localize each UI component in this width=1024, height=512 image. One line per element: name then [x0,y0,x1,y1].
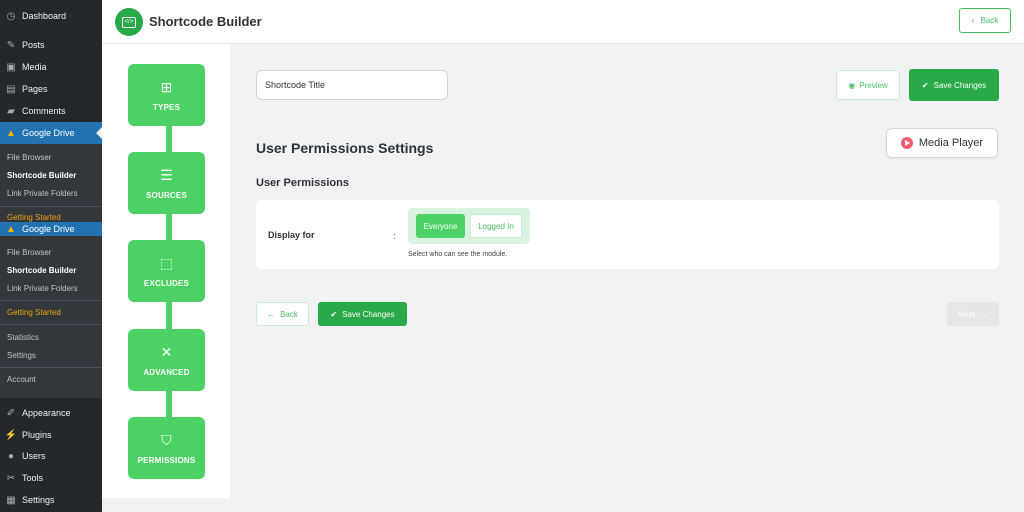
menu-comments[interactable]: ▰ Comments [0,103,102,119]
dashboard-icon: ◷ [6,10,16,22]
module-type-badge: Media Player [886,128,998,158]
plus-box-icon: ⊞ [160,78,173,95]
step-connector [166,301,172,331]
tools-icon: ✕ [160,343,173,360]
submenu-statistics[interactable]: Statistics [7,333,39,342]
menu-pages[interactable]: ▤ Pages [0,81,102,97]
menu-google-drive[interactable]: ▲ Google Drive [0,122,102,144]
submenu-file-browser-2[interactable]: File Browser [7,248,51,257]
google-drive-icon: ▲ [6,223,16,235]
comment-icon: ▰ [7,105,15,117]
menu-separator [0,206,102,207]
settings-icon: ▦ [6,494,16,506]
step-permissions[interactable]: ⛉ PERMISSIONS [128,417,205,479]
display-for-label: Display for [268,230,315,240]
menu-tools[interactable]: ✂ Tools [0,470,102,486]
menu-users[interactable]: ● Users [0,448,102,464]
submenu-link-private-folders[interactable]: Link Private Folders [7,189,78,198]
submenu-getting-started-2[interactable]: Getting Started [7,308,61,317]
page-icon: ▤ [6,83,16,95]
check-icon: ✔ [330,309,338,319]
shortcode-title-input[interactable] [256,70,448,100]
pin-icon: ✎ [6,39,16,51]
display-for-toggle: Everyone Logged In [408,208,530,244]
plug-icon: ⚡ [4,429,18,441]
menu-appearance[interactable]: ✐ Appearance [0,405,102,421]
menu-posts[interactable]: ✎ Posts [0,37,102,53]
menu-separator [0,324,102,325]
steps-panel: ⊞ TYPES ☰ SOURCES ⬚ EXCLUDES ✕ ADVANCED … [102,44,230,498]
step-connector [166,390,172,420]
menu-separator [0,300,102,301]
app-title: Shortcode Builder [149,14,262,29]
step-sources[interactable]: ☰ SOURCES [128,152,205,214]
arrow-right-icon: → [979,309,988,319]
header-back-button[interactable]: ‹ Back [959,8,1011,33]
submenu-account[interactable]: Account [7,375,36,384]
media-icon: ▣ [6,61,16,73]
section-title: User Permissions Settings [256,140,434,156]
option-logged-in[interactable]: Logged In [470,214,522,238]
check-icon: ✔ [921,80,929,90]
menu-settings[interactable]: ▦ Settings [0,492,102,508]
user-icon: ● [7,450,15,462]
submenu-getting-started[interactable]: Getting Started [7,213,61,222]
next-button[interactable]: Next → [947,302,999,326]
save-changes-button[interactable]: ✔ Save Changes [909,69,999,101]
brush-icon: ✐ [6,407,16,419]
menu-media[interactable]: ▣ Media [0,59,102,75]
wp-admin-sidebar: ◷ Dashboard ✎ Posts ▣ Media ▤ Pages ▰ Comment… [0,0,102,512]
step-connector [166,124,172,154]
subsection-title: User Permissions [256,177,349,189]
eye-icon: ◉ [848,80,856,90]
back-button[interactable]: ← Back [256,302,309,326]
chevron-left-icon: ‹ [971,16,975,25]
submenu-shortcode-builder[interactable]: Shortcode Builder [7,171,76,180]
permissions-card: Display for : Everyone Logged In Select … [256,200,999,269]
menu-plugins[interactable]: ⚡ Plugins [0,427,102,443]
help-text: Select who can see the module. [408,251,508,258]
step-excludes[interactable]: ⬚ EXCLUDES [128,240,205,302]
submenu-link-private-folders-2[interactable]: Link Private Folders [7,284,78,293]
play-icon [900,137,913,149]
save-changes-button-bottom[interactable]: ✔ Save Changes [318,302,407,326]
google-drive-submenu-2 [0,236,102,398]
shield-check-icon: ⛉ [161,431,172,448]
preview-button[interactable]: ◉ Preview [836,70,900,100]
step-types[interactable]: ⊞ TYPES [128,64,205,126]
submenu-shortcode-builder-2[interactable]: Shortcode Builder [7,266,76,275]
google-drive-icon: ▲ [6,127,16,139]
option-everyone[interactable]: Everyone [416,214,465,238]
arrow-left-icon: ← [267,309,276,319]
app-header: </> Shortcode Builder ‹ Back [102,0,1024,44]
step-connector [166,212,172,242]
database-icon: ☰ [160,166,173,183]
label-colon: : [393,231,396,241]
step-advanced[interactable]: ✕ ADVANCED [128,329,205,391]
wrench-icon: ✂ [6,472,16,484]
menu-dashboard[interactable]: ◷ Dashboard [0,8,102,24]
exclude-icon: ⬚ [159,254,174,271]
submenu-file-browser[interactable]: File Browser [7,153,51,162]
menu-google-drive-2[interactable]: ▲ Google Drive [0,222,102,236]
app-logo-icon: </> [115,8,143,36]
submenu-settings[interactable]: Settings [7,351,36,360]
menu-separator [0,367,102,368]
